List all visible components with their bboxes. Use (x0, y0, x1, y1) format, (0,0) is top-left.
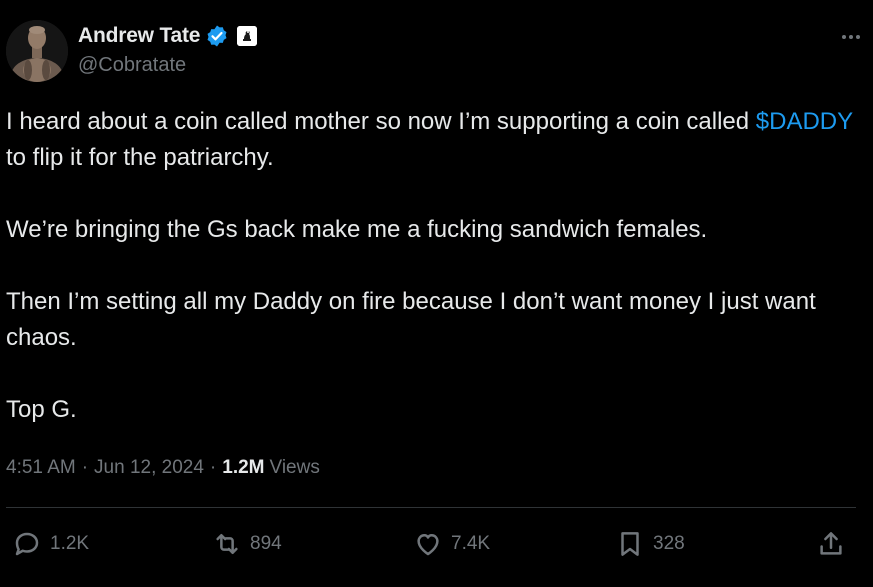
meta-separator: · (81, 457, 89, 478)
affiliation-badge-icon[interactable] (237, 26, 258, 46)
cashtag-link[interactable]: $DADDY (756, 108, 853, 135)
tweet-text: I heard about a coin called mother so no… (6, 104, 856, 464)
tweet-paragraph: Then I’m setting all my Daddy on fire be… (6, 288, 816, 351)
display-name[interactable]: Andrew Tate (78, 24, 200, 48)
bookmark-button[interactable]: 328 (615, 522, 685, 566)
tweet-paragraph: Top G. (6, 396, 77, 423)
bookmark-count: 328 (653, 533, 685, 554)
reply-icon (15, 532, 39, 556)
like-button[interactable]: 7.4K (413, 522, 490, 566)
tweet-header: Andrew Tate @Cobratate (6, 20, 866, 84)
bookmark-icon (621, 532, 639, 556)
tweet-paragraph: We’re bringing the Gs back make me a fuc… (6, 216, 708, 243)
reply-button[interactable]: 1.2K (12, 522, 89, 566)
divider (6, 507, 856, 508)
tweet-time[interactable]: 4:51 AM (6, 457, 76, 479)
heart-icon (417, 534, 439, 556)
tweet-text-segment: to flip it for the patriarchy. (6, 144, 274, 171)
meta-separator: · (209, 457, 217, 478)
repost-button[interactable]: 894 (212, 522, 282, 566)
tweet-date[interactable]: Jun 12, 2024 (94, 457, 204, 479)
avatar-image (6, 20, 68, 82)
reply-count: 1.2K (50, 533, 90, 554)
share-icon (820, 532, 842, 555)
tweet-paragraph: I heard about a coin called mother so no… (6, 104, 856, 176)
name-row: Andrew Tate (78, 23, 258, 49)
views-count[interactable]: 1.2M (222, 457, 264, 479)
repost-count: 894 (250, 533, 282, 554)
author-info: Andrew Tate @Cobratate (78, 23, 258, 77)
author-handle[interactable]: @Cobratate (78, 54, 257, 77)
like-count: 7.4K (451, 533, 491, 554)
more-options-icon[interactable] (836, 22, 866, 52)
tweet-meta: 4:51 AM · Jun 12, 2024 · 1.2M Views (6, 455, 320, 481)
verified-badge-icon[interactable] (205, 24, 229, 48)
repost-icon (216, 534, 238, 554)
views-label: Views (269, 457, 320, 478)
tweet-text-segment: I heard about a coin called mother so no… (6, 108, 750, 135)
share-button[interactable] (816, 522, 846, 566)
avatar[interactable] (6, 20, 68, 82)
action-bar: 1.2K 894 7.4K 328 (0, 522, 873, 566)
tweet: Andrew Tate @Cobratate I heard about a c… (0, 0, 873, 587)
